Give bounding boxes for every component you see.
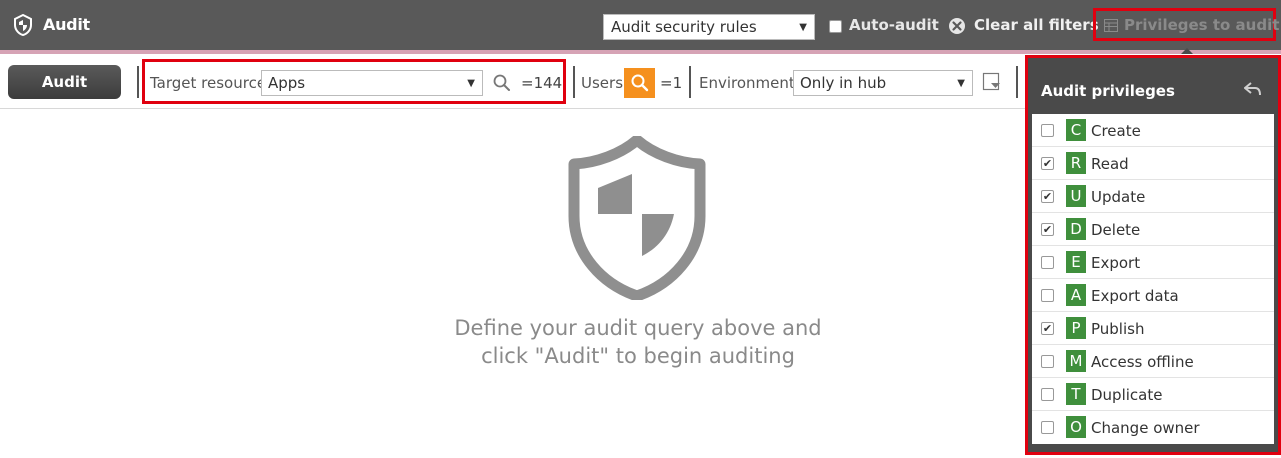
audit-rules-select-value: Audit security rules — [611, 18, 757, 36]
audit-rules-select[interactable]: Audit security rules ▼ — [603, 14, 815, 40]
privilege-item-export[interactable]: E Export — [1032, 246, 1274, 279]
users-count: =1 — [660, 74, 683, 92]
privilege-checkbox[interactable] — [1041, 355, 1054, 368]
privilege-label: Access offline — [1091, 353, 1194, 371]
shield-icon — [568, 136, 706, 300]
privilege-checkbox[interactable] — [1041, 256, 1054, 269]
privilege-checkbox[interactable] — [1041, 421, 1054, 434]
caret-down-icon: ▼ — [957, 78, 965, 89]
privilege-item-read[interactable]: ✔ R Read — [1032, 147, 1274, 180]
privilege-item-export-data[interactable]: A Export data — [1032, 279, 1274, 312]
privilege-letter-badge: P — [1066, 317, 1086, 339]
privilege-label: Export — [1091, 254, 1141, 272]
audit-button[interactable]: Audit — [8, 65, 121, 99]
search-icon — [631, 74, 649, 92]
privilege-label: Export data — [1091, 287, 1179, 305]
privilege-item-update[interactable]: ✔ U Update — [1032, 180, 1274, 213]
privilege-label: Change owner — [1091, 419, 1200, 437]
empty-state-line-2: click "Audit" to begin auditing — [481, 344, 795, 368]
privilege-item-access-offline[interactable]: M Access offline — [1032, 345, 1274, 378]
privilege-checkbox[interactable]: ✔ — [1041, 223, 1054, 236]
caret-down-icon: ▼ — [467, 78, 475, 89]
privilege-label: Read — [1091, 155, 1129, 173]
privileges-to-audit-button[interactable]: Privileges to audit — [1093, 8, 1280, 41]
privilege-item-duplicate[interactable]: T Duplicate — [1032, 378, 1274, 411]
clear-all-filters-button[interactable]: Clear all filters — [974, 16, 1099, 34]
target-resource-count: =144 — [521, 74, 563, 92]
users-label: Users — [581, 74, 624, 92]
privilege-checkbox[interactable] — [1041, 124, 1054, 137]
toolbar-divider — [137, 66, 139, 98]
caret-down-icon: ▼ — [799, 22, 807, 33]
target-resource-label: Target resource — [150, 74, 267, 92]
toolbar-divider — [573, 66, 575, 98]
auto-audit-checkbox[interactable] — [829, 20, 842, 33]
auto-audit-label[interactable]: Auto-audit — [849, 16, 939, 34]
privilege-item-create[interactable]: C Create — [1032, 114, 1274, 147]
privilege-label: Publish — [1091, 320, 1145, 338]
search-icon[interactable] — [492, 73, 512, 93]
privilege-letter-badge: T — [1066, 383, 1086, 405]
audit-privileges-panel: Audit privileges C Create ✔ R Read ✔ U Update ✔ D… — [1025, 55, 1281, 455]
privilege-letter-badge: U — [1066, 185, 1086, 207]
privilege-letter-badge: C — [1066, 119, 1086, 141]
table-icon — [1104, 19, 1118, 32]
privilege-letter-badge: O — [1066, 416, 1086, 438]
privilege-letter-badge: R — [1066, 152, 1086, 174]
empty-state-message: Define your audit query above and click … — [418, 314, 858, 370]
target-resource-value: Apps — [268, 74, 306, 92]
privileges-list: C Create ✔ R Read ✔ U Update ✔ D Delete E Export A Exp… — [1032, 114, 1274, 444]
app-title: Audit — [43, 15, 90, 34]
privilege-label: Create — [1091, 122, 1141, 140]
environment-label: Environment — [699, 74, 795, 92]
privilege-checkbox[interactable] — [1041, 289, 1054, 302]
privilege-label: Duplicate — [1091, 386, 1163, 404]
privilege-item-change-owner[interactable]: O Change owner — [1032, 411, 1274, 444]
users-search-button[interactable] — [624, 68, 655, 98]
privilege-checkbox[interactable]: ✔ — [1041, 157, 1054, 170]
privilege-item-publish[interactable]: ✔ P Publish — [1032, 312, 1274, 345]
privilege-letter-badge: D — [1066, 218, 1086, 240]
shield-icon — [14, 14, 32, 36]
target-resource-group: Target resource Apps ▼ =144 — [142, 59, 566, 104]
privilege-checkbox[interactable]: ✔ — [1041, 322, 1054, 335]
target-resource-select[interactable]: Apps ▼ — [261, 70, 483, 96]
environment-value: Only in hub — [800, 74, 887, 92]
privilege-letter-badge: E — [1066, 251, 1086, 273]
toolbar-divider — [689, 66, 691, 98]
filter-icon[interactable] — [982, 72, 1002, 92]
back-arrow-icon[interactable] — [1244, 82, 1262, 96]
top-header-bar: Audit Audit security rules ▼ Auto-audit … — [0, 0, 1281, 50]
privilege-item-delete[interactable]: ✔ D Delete — [1032, 213, 1274, 246]
privilege-label: Update — [1091, 188, 1146, 206]
audit-privileges-header: Audit privileges — [1028, 58, 1278, 114]
privilege-letter-badge: A — [1066, 284, 1086, 306]
audit-privileges-title: Audit privileges — [1041, 82, 1175, 100]
environment-select[interactable]: Only in hub ▼ — [793, 70, 973, 96]
privilege-checkbox[interactable] — [1041, 388, 1054, 401]
privilege-letter-badge: M — [1066, 350, 1086, 372]
empty-state-line-1: Define your audit query above and — [454, 316, 822, 340]
close-circle-icon[interactable] — [948, 17, 966, 35]
privilege-checkbox[interactable]: ✔ — [1041, 190, 1054, 203]
privileges-to-audit-label: Privileges to audit — [1124, 16, 1280, 34]
privilege-label: Delete — [1091, 221, 1141, 239]
toolbar-divider — [1016, 66, 1018, 98]
